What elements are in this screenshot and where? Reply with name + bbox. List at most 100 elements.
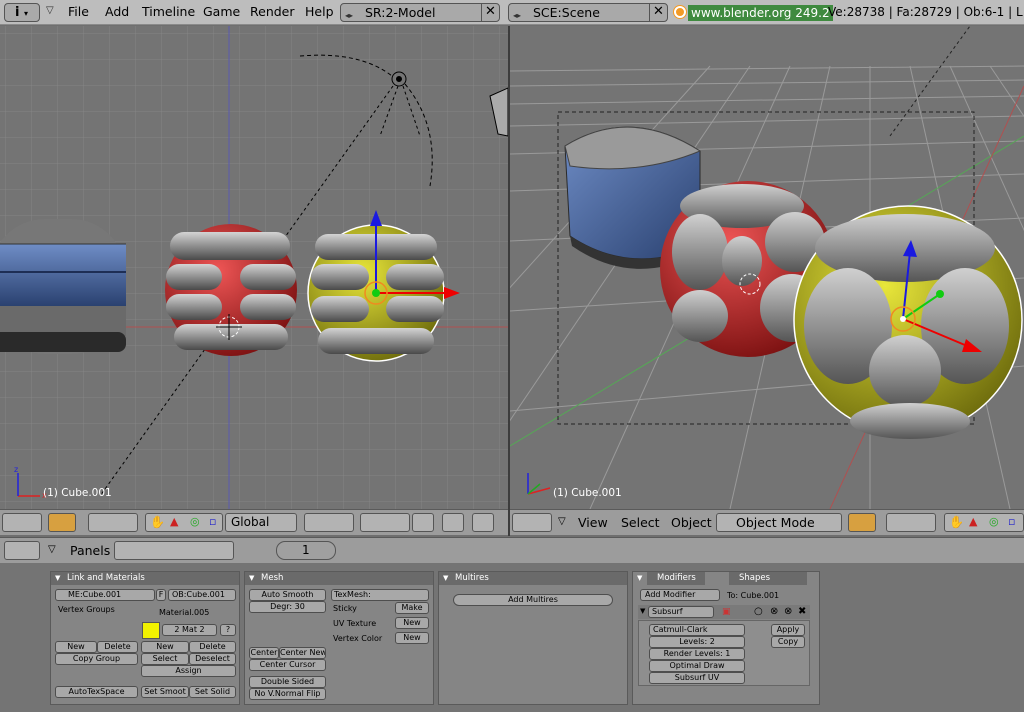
- draw-type-icon[interactable]: [848, 513, 876, 532]
- render-anim-icon[interactable]: [472, 513, 494, 532]
- material-query-button[interactable]: ?: [220, 624, 236, 636]
- levels-field[interactable]: Levels: 2: [649, 636, 745, 648]
- layer-buttons-1[interactable]: [304, 513, 354, 532]
- mesh-datablock-field[interactable]: ME:Cube.001: [55, 589, 155, 601]
- assign-button[interactable]: Assign: [141, 665, 236, 677]
- center-cursor-button[interactable]: Center Cursor: [249, 659, 326, 671]
- auto-smooth-toggle[interactable]: Auto Smooth: [249, 589, 326, 601]
- panels-menu[interactable]: Panels: [70, 543, 110, 558]
- hand-icon[interactable]: ✋: [150, 515, 165, 529]
- apply-button[interactable]: Apply: [771, 624, 805, 636]
- draw-type-icon[interactable]: [48, 513, 76, 532]
- menu-render[interactable]: Render: [250, 4, 295, 19]
- texmesh-field[interactable]: TexMesh:: [331, 589, 429, 601]
- expand-modifier-icon[interactable]: ▼: [640, 607, 645, 615]
- menu-help[interactable]: Help: [305, 4, 334, 19]
- panel-title[interactable]: Mesh: [245, 572, 433, 585]
- uv-texture-label: UV Texture: [333, 619, 377, 628]
- delete-material-button[interactable]: Delete: [189, 641, 236, 653]
- collapse-icon[interactable]: ▽: [48, 544, 56, 555]
- menu-collapse-icon[interactable]: ▽: [46, 5, 54, 16]
- rotate-icon[interactable]: ◎: [989, 515, 999, 528]
- info-editor-icon[interactable]: i ▾: [4, 3, 40, 22]
- shapes-tab[interactable]: Shapes: [729, 572, 807, 585]
- optimal-draw-toggle[interactable]: Optimal Draw: [649, 660, 745, 672]
- set-smooth-button[interactable]: Set Smoot: [141, 686, 189, 698]
- panel-title[interactable]: Link and Materials: [51, 572, 239, 585]
- 3d-viewport-camera[interactable]: (1) Cube.001: [510, 26, 1024, 509]
- context-tabs[interactable]: [114, 541, 234, 560]
- lock-layer-icon[interactable]: [412, 513, 434, 532]
- new-uv-texture-button[interactable]: New: [395, 617, 429, 629]
- mode-select[interactable]: Object Mode: [716, 513, 842, 532]
- move-down-icon[interactable]: ⊗: [784, 606, 792, 617]
- modifiers-tab[interactable]: Modifiers: [647, 572, 705, 585]
- delete-vgroup-button[interactable]: Delete: [97, 641, 138, 653]
- scene-selector[interactable]: ◂▸ SCE:Scene ✕: [508, 3, 668, 22]
- new-material-button[interactable]: New: [141, 641, 189, 653]
- editor-type-icon[interactable]: [512, 513, 552, 532]
- smooth-degree-field[interactable]: Degr: 30: [249, 601, 326, 613]
- manipulator-toggles[interactable]: ✋ ▲ ◎ ▫: [944, 513, 1024, 532]
- view-menu-stepper[interactable]: [2, 513, 42, 532]
- menu-add[interactable]: Add: [105, 4, 129, 19]
- pivot-select-icon[interactable]: [88, 513, 138, 532]
- hand-icon[interactable]: ✋: [949, 515, 964, 529]
- autotexspace-toggle[interactable]: AutoTexSpace: [55, 686, 138, 698]
- close-screen-icon[interactable]: ✕: [481, 4, 499, 21]
- new-vgroup-button[interactable]: New: [55, 641, 97, 653]
- move-up-icon[interactable]: ⊗: [770, 606, 778, 617]
- no-vnormal-flip-toggle[interactable]: No V.Normal Flip: [249, 688, 326, 700]
- rotate-icon[interactable]: ◎: [190, 515, 200, 528]
- menu-select[interactable]: Select: [621, 515, 660, 530]
- screen-stepper-icon[interactable]: ◂▸: [345, 7, 353, 21]
- editor-type-icon[interactable]: [4, 541, 40, 560]
- center-new-button[interactable]: Center New: [279, 647, 326, 659]
- subsurf-uv-toggle[interactable]: Subsurf UV: [649, 672, 745, 684]
- modifier-cage-icon[interactable]: ○: [754, 606, 763, 617]
- menu-timeline[interactable]: Timeline: [142, 4, 195, 19]
- scale-icon[interactable]: ▫: [1008, 515, 1015, 528]
- modifier-render-icon[interactable]: ▣: [722, 607, 731, 617]
- add-multires-button[interactable]: Add Multires: [453, 594, 613, 606]
- translate-icon[interactable]: ▲: [969, 515, 977, 528]
- material-color-swatch[interactable]: [142, 622, 160, 639]
- copy-group-button[interactable]: Copy Group: [55, 653, 138, 665]
- new-vertex-color-button[interactable]: New: [395, 632, 429, 644]
- center-button[interactable]: Center: [249, 647, 279, 659]
- subdivision-type-select[interactable]: Catmull-Clark: [649, 624, 745, 636]
- scale-icon[interactable]: ▫: [209, 515, 216, 528]
- fake-user-toggle[interactable]: F: [156, 589, 166, 601]
- collapse-icon[interactable]: ▽: [558, 516, 566, 527]
- panel-title[interactable]: Multires: [439, 572, 627, 585]
- object-datablock-field[interactable]: OB:Cube.001: [168, 589, 236, 601]
- buttons-window-header: ▽ Panels 1: [0, 537, 1024, 563]
- close-scene-icon[interactable]: ✕: [649, 4, 667, 21]
- pivot-select-icon[interactable]: [886, 513, 936, 532]
- render-opengl-icon[interactable]: [442, 513, 464, 532]
- make-sticky-button[interactable]: Make: [395, 602, 429, 614]
- add-modifier-menu[interactable]: Add Modifier: [640, 589, 720, 601]
- translate-icon[interactable]: ▲: [170, 515, 178, 528]
- manipulator-toggles[interactable]: ✋ ▲ ◎ ▫: [145, 513, 223, 532]
- menu-object[interactable]: Object: [671, 515, 712, 530]
- remove-modifier-icon[interactable]: ✖: [798, 606, 806, 617]
- 3d-viewport-front[interactable]: xz (1) Cube.001: [0, 26, 508, 509]
- frame-number-field[interactable]: 1: [276, 541, 336, 560]
- double-sided-toggle[interactable]: Double Sided: [249, 676, 326, 688]
- copy-button[interactable]: Copy: [771, 636, 805, 648]
- scene-stepper-icon[interactable]: ◂▸: [513, 7, 521, 21]
- modifier-name-field[interactable]: Subsurf: [648, 606, 714, 618]
- layer-buttons-2[interactable]: [360, 513, 410, 532]
- menu-game[interactable]: Game: [203, 4, 240, 19]
- screen-selector[interactable]: ◂▸ SR:2-Model ✕: [340, 3, 500, 22]
- left-view-header: ✋ ▲ ◎ ▫ Global: [0, 509, 508, 535]
- select-button[interactable]: Select: [141, 653, 189, 665]
- menu-file[interactable]: File: [68, 4, 89, 19]
- menu-view[interactable]: View: [578, 515, 608, 530]
- render-levels-field[interactable]: Render Levels: 1: [649, 648, 745, 660]
- set-solid-button[interactable]: Set Solid: [189, 686, 236, 698]
- deselect-button[interactable]: Deselect: [189, 653, 236, 665]
- material-index-field[interactable]: 2 Mat 2: [162, 624, 217, 636]
- orientation-select[interactable]: Global: [225, 513, 297, 532]
